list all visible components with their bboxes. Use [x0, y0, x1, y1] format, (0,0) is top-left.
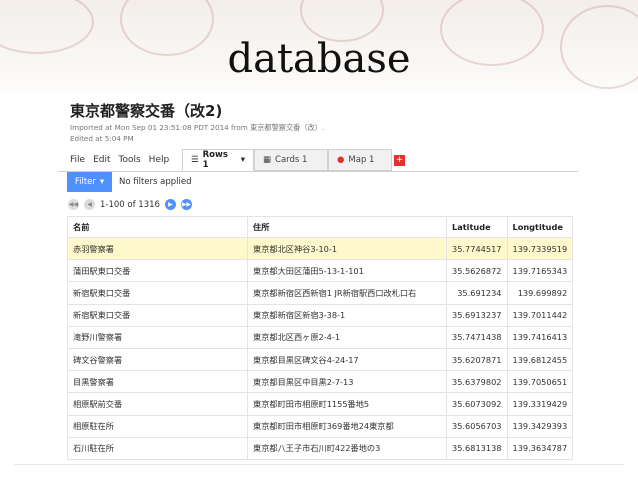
cell-latitude: 35.6913237 [446, 303, 508, 327]
cell-address: 東京都目黒区碑文谷4-24-17 [247, 347, 447, 372]
table-row[interactable]: 新宿駅東口交番 東京都新宿区新宿3-38-1 35.6913237 139.70… [67, 303, 574, 327]
tab-divider [58, 171, 578, 172]
header-name[interactable]: 名前 [67, 216, 248, 238]
menu-bar: File Edit Tools Help [70, 155, 169, 165]
header-longitude[interactable]: Longtitude [506, 216, 574, 238]
cell-latitude: 35.7744517 [446, 236, 508, 261]
table-row[interactable]: 相原駅前交番 東京都町田市相原町1155番地5 35.6073092 139.3… [67, 392, 574, 416]
cell-address: 東京都町田市相原町369番地24東京都 [247, 414, 447, 438]
tab-cards[interactable]: ▦ Cards 1 [254, 149, 328, 171]
last-page-icon[interactable]: ▶▶ [180, 199, 192, 210]
cell-longitude: 139.7050651 [506, 370, 574, 394]
cards-icon: ▦ [263, 155, 272, 165]
header-latitude[interactable]: Latitude [446, 216, 508, 238]
cell-address: 東京都北区西ヶ原2-4-1 [247, 325, 447, 349]
tab-map[interactable]: ● Map 1 [328, 149, 392, 171]
document-title: 東京都警察交番（改2) [70, 102, 223, 120]
tab-rows-label: Rows 1 [202, 150, 228, 170]
table-row[interactable]: 碑文谷警察署 東京都目黒区碑文谷4-24-17 35.6207871 139.6… [67, 347, 574, 372]
menu-file[interactable]: File [70, 155, 85, 165]
filter-button-label: Filter [74, 177, 96, 187]
cell-latitude: 35.6073092 [446, 392, 508, 416]
cell-address: 東京都町田市相原町1155番地5 [247, 392, 447, 416]
filter-status: No filters applied [119, 177, 192, 187]
menu-tools[interactable]: Tools [119, 155, 141, 165]
prev-page-icon[interactable]: ◀ [84, 199, 95, 210]
filter-button[interactable]: Filter ▾ [67, 172, 112, 192]
table-row[interactable]: 石川駐在所 東京都八王子市石川町422番地の3 35.6813138 139.3… [67, 436, 574, 460]
rows-icon: ☰ [191, 155, 199, 165]
cell-name: 目黒警察署 [67, 370, 248, 394]
cell-longitude: 139.699892 [506, 281, 574, 305]
page-range: 1-100 of 1316 [100, 199, 160, 210]
cell-name: 滝野川警察署 [67, 325, 248, 349]
cell-name: 新宿駅東口交番 [67, 303, 248, 327]
cell-address: 東京都八王子市石川町422番地の3 [247, 436, 447, 460]
data-table: 名前 住所 Latitude Longtitude 赤羽警察署 東京都北区神谷3… [67, 216, 574, 460]
chevron-down-icon: ▾ [240, 155, 245, 165]
document-meta: Imported at Mon Sep 01 23:51:08 PDT 2014… [70, 122, 324, 144]
cell-latitude: 35.5626872 [446, 259, 508, 283]
cell-longitude: 139.7165343 [506, 259, 574, 283]
first-page-icon[interactable]: ◀◀ [68, 199, 79, 210]
import-info: Imported at Mon Sep 01 23:51:08 PDT 2014… [70, 123, 325, 132]
table-row[interactable]: 新宿駅東口交番 東京都新宿区西新宿1 JR新宿駅西口改札口右 35.691234… [67, 281, 574, 305]
cell-latitude: 35.7471438 [446, 325, 508, 349]
tab-cards-label: Cards 1 [275, 155, 308, 165]
cell-name: 赤羽警察署 [67, 236, 248, 261]
tab-map-label: Map 1 [348, 155, 375, 165]
map-pin-icon: ● [337, 155, 345, 165]
cell-longitude: 139.7011442 [506, 303, 574, 327]
next-page-icon[interactable]: ▶ [164, 199, 176, 210]
table-row[interactable]: 滝野川警察署 東京都北区西ヶ原2-4-1 35.7471438 139.7416… [67, 325, 574, 349]
cell-latitude: 35.6813138 [446, 436, 508, 460]
slide-bottom-border [14, 464, 624, 465]
tab-rows[interactable]: ☰ Rows 1 ▾ [182, 149, 254, 171]
cell-latitude: 35.6379802 [446, 370, 508, 394]
table-row[interactable]: 蒲田駅東口交番 東京都大田区蒲田5-13-1-101 35.5626872 13… [67, 259, 574, 283]
table-row[interactable]: 相原駐在所 東京都町田市相原町369番地24東京都 35.6056703 139… [67, 414, 574, 438]
table-header-row: 名前 住所 Latitude Longtitude [67, 216, 574, 238]
cell-latitude: 35.691234 [446, 281, 508, 305]
cell-latitude: 35.6207871 [446, 347, 508, 372]
cell-name: 相原駅前交番 [67, 392, 248, 416]
cell-address: 東京都北区神谷3-10-1 [247, 236, 447, 261]
header-address[interactable]: 住所 [247, 216, 447, 238]
cell-address: 東京都新宿区新宿3-38-1 [247, 303, 447, 327]
cell-longitude: 139.3429393 [506, 414, 574, 438]
menu-help[interactable]: Help [149, 155, 170, 165]
cell-address: 東京都目黒区中目黒2-7-13 [247, 370, 447, 394]
cell-longitude: 139.6812455 [506, 347, 574, 372]
edit-info: Edited at 5:04 PM [70, 134, 134, 143]
table-row[interactable]: 赤羽警察署 東京都北区神谷3-10-1 35.7744517 139.73395… [67, 236, 574, 261]
cell-name: 碑文谷警察署 [67, 347, 248, 372]
cell-name: 石川駐在所 [67, 436, 248, 460]
cell-name: 新宿駅東口交番 [67, 281, 248, 305]
cell-longitude: 139.3319429 [506, 392, 574, 416]
fusion-table-screenshot: 東京都警察交番（改2) Imported at Mon Sep 01 23:51… [58, 92, 578, 472]
chevron-down-icon: ▾ [99, 177, 105, 187]
cell-longitude: 139.7416413 [506, 325, 574, 349]
cell-latitude: 35.6056703 [446, 414, 508, 438]
cell-name: 蒲田駅東口交番 [67, 259, 248, 283]
slide-title: database [227, 36, 411, 82]
cell-address: 東京都新宿区西新宿1 JR新宿駅西口改札口右 [247, 281, 447, 305]
cell-name: 相原駐在所 [67, 414, 248, 438]
add-tab-button[interactable]: + [394, 155, 405, 166]
menu-edit[interactable]: Edit [93, 155, 110, 165]
cell-address: 東京都大田区蒲田5-13-1-101 [247, 259, 447, 283]
cell-longitude: 139.7339519 [506, 236, 574, 261]
pager: ◀◀ ◀ 1-100 of 1316 ▶ ▶▶ [68, 199, 192, 210]
cell-longitude: 139.3634787 [506, 436, 574, 460]
table-row[interactable]: 目黒警察署 東京都目黒区中目黒2-7-13 35.6379802 139.705… [67, 370, 574, 394]
